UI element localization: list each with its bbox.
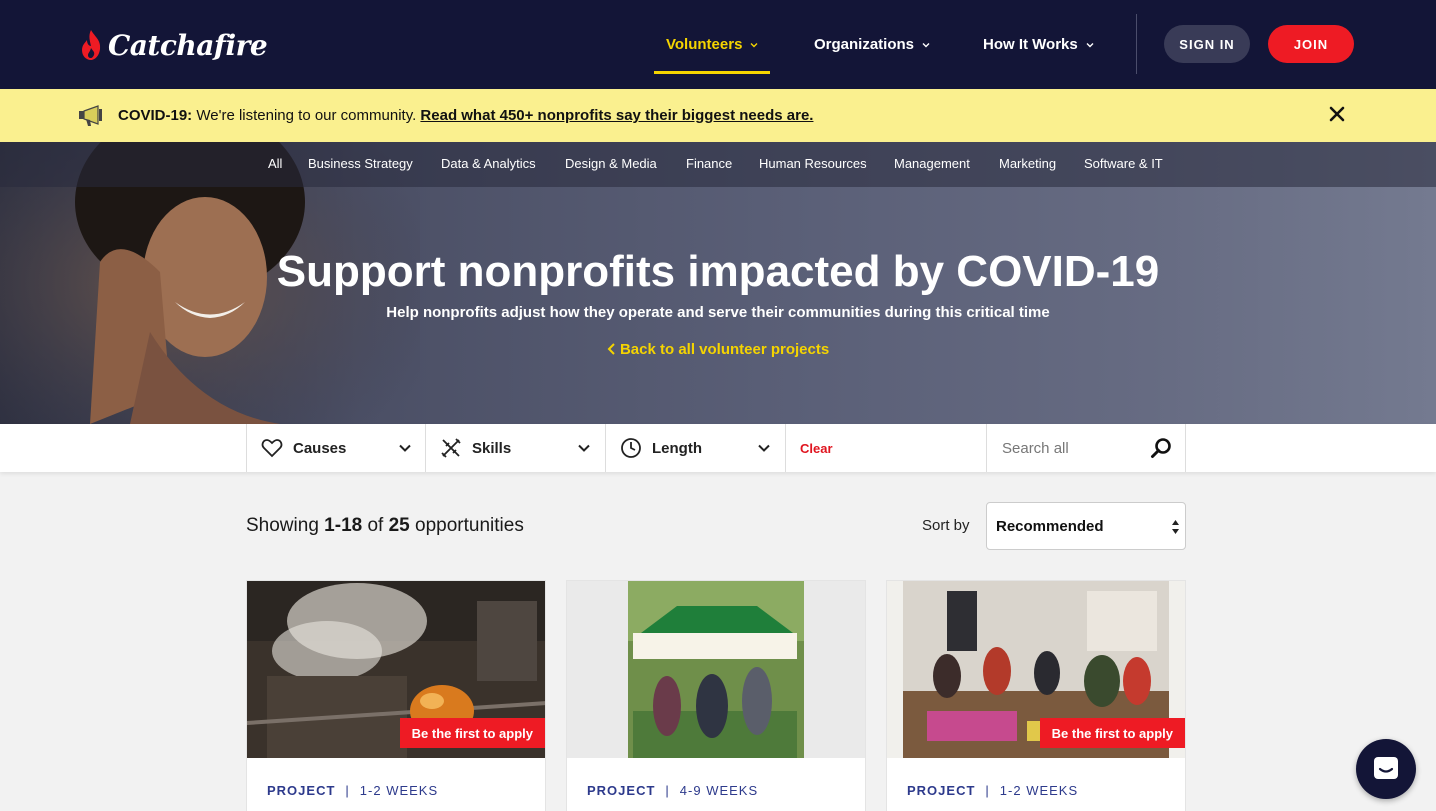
- meta-separator: |: [345, 783, 350, 798]
- card-length: 4-9 WEEKS: [679, 783, 759, 798]
- top-navigation: Catchafire Volunteers Organizations How …: [0, 0, 1436, 89]
- category-data-analytics[interactable]: Data & Analytics: [441, 156, 536, 171]
- card-meta: PROJECT | 4-9 WEEKS: [587, 783, 758, 798]
- chevron-down-icon: [578, 444, 590, 452]
- category-business-strategy[interactable]: Business Strategy: [308, 156, 413, 171]
- back-link-label: Back to all volunteer projects: [619, 341, 830, 358]
- card-type: PROJECT: [907, 783, 976, 798]
- card-length: 1-2 WEEKS: [999, 783, 1079, 798]
- chevron-down-icon: [1086, 42, 1094, 47]
- opportunity-card[interactable]: PROJECT | 4-9 WEEKS: [566, 580, 866, 811]
- category-management[interactable]: Management: [894, 156, 970, 171]
- hero-subtitle: Help nonprofits adjust how they operate …: [386, 304, 1050, 321]
- catchafire-logo[interactable]: Catchafire: [78, 28, 268, 62]
- length-filter-label: Length: [652, 439, 702, 457]
- close-icon[interactable]: [1328, 105, 1346, 123]
- card-type: PROJECT: [267, 783, 336, 798]
- banner-prefix: COVID-19:: [118, 107, 193, 124]
- card-meta: PROJECT | 1-2 WEEKS: [907, 783, 1078, 798]
- covid-banner: COVID-19: We're listening to our communi…: [0, 89, 1436, 142]
- chevron-down-icon: [750, 42, 758, 47]
- filter-bar: Causes Skills Length Clear: [0, 424, 1436, 472]
- chevron-down-icon: [399, 444, 411, 452]
- results-total: 25: [388, 515, 410, 536]
- sort-value: Recommended: [996, 517, 1104, 535]
- first-to-apply-badge: Be the first to apply: [1039, 718, 1185, 748]
- sign-in-button[interactable]: SIGN IN: [1164, 25, 1250, 63]
- length-filter[interactable]: Length: [605, 424, 785, 472]
- sort-select[interactable]: Recommended: [986, 502, 1186, 550]
- banner-link[interactable]: Read what 450+ nonprofits say their bigg…: [420, 107, 813, 124]
- hero-title: Support nonprofits impacted by COVID-19: [276, 247, 1160, 296]
- sort-label: Sort by: [922, 517, 970, 534]
- category-marketing[interactable]: Marketing: [999, 156, 1056, 171]
- card-length: 1-2 WEEKS: [359, 783, 439, 798]
- chevron-left-icon: [607, 343, 615, 355]
- nav-organizations-label: Organizations: [814, 36, 915, 53]
- chevron-down-icon: [758, 444, 770, 452]
- flame-icon: [82, 30, 101, 60]
- megaphone-icon: [79, 105, 102, 126]
- category-design-media[interactable]: Design & Media: [565, 156, 657, 171]
- search-icon[interactable]: [1150, 437, 1172, 459]
- category-bar: All Business Strategy Data & Analytics D…: [0, 142, 1436, 187]
- brand-name: Catchafire: [108, 28, 268, 62]
- search-input[interactable]: [987, 424, 1147, 472]
- results-range: 1-18: [324, 515, 363, 536]
- banner-text: We're listening to our community.: [192, 107, 421, 124]
- results-count: Showing 1-18 of 25 opportunities: [246, 515, 524, 537]
- skills-filter-label: Skills: [472, 439, 512, 457]
- first-to-apply-badge: Be the first to apply: [399, 718, 545, 748]
- meta-separator: |: [665, 783, 670, 798]
- card-meta: PROJECT | 1-2 WEEKS: [267, 783, 438, 798]
- category-human-resources[interactable]: Human Resources: [759, 156, 867, 171]
- card-type: PROJECT: [587, 783, 656, 798]
- results-of: of: [362, 515, 389, 536]
- heart-icon: [261, 439, 283, 458]
- select-arrows-icon: [1172, 520, 1179, 534]
- search-box: [986, 424, 1186, 472]
- nav-divider: [1136, 14, 1137, 74]
- showing-prefix: Showing: [246, 515, 325, 536]
- category-software-it[interactable]: Software & IT: [1084, 156, 1163, 171]
- join-button[interactable]: JOIN: [1268, 25, 1354, 63]
- causes-filter[interactable]: Causes: [246, 424, 426, 472]
- opportunity-card[interactable]: Be the first to apply PROJECT | 1-2 WEEKS: [246, 580, 546, 811]
- tools-icon: [441, 438, 461, 458]
- nav-how-it-works[interactable]: How It Works: [983, 0, 1094, 89]
- results-suffix: opportunities: [409, 515, 524, 536]
- nav-how-it-works-label: How It Works: [983, 36, 1078, 53]
- opportunity-card[interactable]: Be the first to apply PROJECT | 1-2 WEEKS: [886, 580, 1186, 811]
- back-to-projects-link[interactable]: Back to all volunteer projects: [0, 341, 1436, 358]
- chat-icon: [1374, 757, 1398, 779]
- chat-launcher-button[interactable]: [1356, 739, 1416, 799]
- clock-icon: [621, 438, 641, 458]
- card-image-welcome-tent: [567, 581, 865, 758]
- nav-volunteers[interactable]: Volunteers: [653, 0, 771, 89]
- category-all[interactable]: All: [268, 156, 282, 171]
- chevron-down-icon: [922, 42, 930, 47]
- nav-volunteers-label: Volunteers: [666, 36, 743, 53]
- meta-separator: |: [985, 783, 990, 798]
- causes-filter-label: Causes: [293, 439, 347, 457]
- banner-message: COVID-19: We're listening to our communi…: [118, 107, 813, 124]
- category-finance[interactable]: Finance: [686, 156, 732, 171]
- hero-section: All Business Strategy Data & Analytics D…: [0, 142, 1436, 424]
- clear-filters-button[interactable]: Clear: [785, 424, 987, 472]
- skills-filter[interactable]: Skills: [425, 424, 605, 472]
- nav-organizations[interactable]: Organizations: [814, 0, 930, 89]
